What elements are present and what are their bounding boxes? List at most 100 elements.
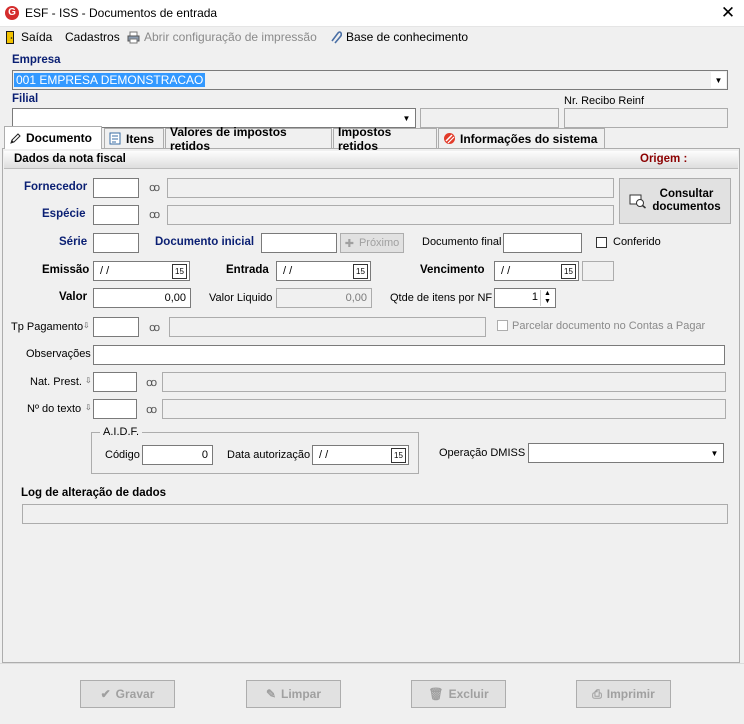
calendar-icon[interactable]: 15 xyxy=(391,448,406,463)
title-bar: G ESF - ISS - Documentos de entrada ✕ xyxy=(0,0,744,27)
qtde-value: 1 xyxy=(531,291,538,303)
parcelar-checkbox[interactable] xyxy=(497,320,508,331)
recibo-label: Nr. Recibo Reinf xyxy=(564,95,645,107)
valor-field[interactable]: 0,00 xyxy=(93,288,191,308)
search-docs-icon xyxy=(629,194,646,209)
vencimento-extra-field xyxy=(582,261,614,281)
especie-code-field[interactable] xyxy=(93,205,139,225)
data-autorizacao-label: Data autorização xyxy=(227,449,311,461)
tab-impostos-retidos[interactable]: Impostos retidos xyxy=(333,125,437,153)
printer-icon xyxy=(127,31,140,43)
menu-bar: Saída Cadastros Abrir configuração de im… xyxy=(0,27,744,47)
fornecedor-label: Fornecedor xyxy=(24,181,88,193)
arrow-down-icon: ⇩ xyxy=(83,321,90,330)
nat-prest-field[interactable] xyxy=(93,372,137,392)
chevron-down-icon[interactable]: ▼ xyxy=(707,445,722,461)
imprimir-label: Imprimir xyxy=(606,687,655,701)
excluir-label: Excluir xyxy=(448,687,489,701)
proximo-button[interactable]: ✚ Próximo xyxy=(340,233,404,253)
calendar-icon[interactable]: 15 xyxy=(561,264,576,279)
menu-base-conhecimento[interactable]: Base de conhecimento xyxy=(329,29,468,45)
serie-label: Série xyxy=(59,236,88,248)
tab-valores-label: Valores de impostos retidos xyxy=(170,124,287,153)
spin-arrows-icon[interactable]: ▲ ▼ xyxy=(540,290,554,306)
vencimento-label: Vencimento xyxy=(420,264,485,276)
consultar-documentos-button[interactable]: Consultar documentos xyxy=(619,178,731,224)
chevron-down-icon[interactable]: ▼ xyxy=(711,72,726,88)
calendar-icon[interactable]: 15 xyxy=(353,264,368,279)
excluir-button[interactable]: 🗑 Excluir xyxy=(411,680,506,708)
tp-pagamento-desc-field xyxy=(169,317,486,337)
empresa-select[interactable]: 001 EMPRESA DEMONSTRACAO ▼ xyxy=(12,70,728,90)
entrada-date-field[interactable]: / / 15 xyxy=(276,261,371,281)
binoculars-icon[interactable]: ꝏ xyxy=(149,208,160,221)
menu-abrir-config-label: Abrir configuração de impressão xyxy=(144,30,317,44)
documento-inicial-label: Documento inicial xyxy=(155,236,255,248)
tab-informacoes-label: Informações do sistema xyxy=(460,131,598,146)
binoculars-icon[interactable]: ꝏ xyxy=(146,403,157,416)
tp-pagamento-field[interactable] xyxy=(93,317,139,337)
qtde-itens-label: Qtde de itens por NF xyxy=(390,292,493,304)
fornecedor-code-field[interactable] xyxy=(93,178,139,198)
trash-icon: 🗑 xyxy=(428,687,444,701)
emissao-date-field[interactable]: / / 15 xyxy=(93,261,190,281)
limpar-label: Limpar xyxy=(281,687,322,701)
calendar-icon[interactable]: 15 xyxy=(172,264,187,279)
nat-prest-label: Nat. Prest. xyxy=(30,376,82,388)
filial-label: Filial xyxy=(12,93,39,105)
section-title: Dados da nota fiscal xyxy=(14,153,126,165)
tab-informacoes-sistema[interactable]: Informações do sistema xyxy=(438,128,605,148)
arrow-down-icon: ⇩ xyxy=(85,403,92,412)
empresa-label: Empresa xyxy=(12,54,61,66)
tab-documento[interactable]: Documento xyxy=(4,126,102,149)
printer-icon: ⎙ xyxy=(592,686,602,701)
data-autorizacao-field[interactable]: / / 15 xyxy=(312,445,409,465)
observacoes-field[interactable] xyxy=(93,345,725,365)
menu-abrir-config-impressao[interactable]: Abrir configuração de impressão xyxy=(127,29,317,45)
proximo-label: Próximo xyxy=(358,237,400,249)
gravar-label: Gravar xyxy=(115,687,155,701)
close-icon[interactable]: ✕ xyxy=(718,3,738,23)
conferido-checkbox[interactable] xyxy=(596,237,607,248)
entrada-label: Entrada xyxy=(226,264,269,276)
observacoes-label: Observações xyxy=(26,348,91,360)
data-autorizacao-value: / / xyxy=(319,449,329,461)
tab-itens[interactable]: Itens xyxy=(104,128,164,148)
conferido-label: Conferido xyxy=(613,236,661,248)
no-texto-field[interactable] xyxy=(93,399,137,419)
app-logo-icon: G xyxy=(5,6,19,20)
filial-description-field xyxy=(420,108,559,128)
menu-saida[interactable]: Saída xyxy=(4,29,52,45)
limpar-button[interactable]: ✎ Limpar xyxy=(246,680,341,708)
especie-label: Espécie xyxy=(42,208,86,220)
gravar-button[interactable]: ✔ Gravar xyxy=(80,680,175,708)
qtde-itens-stepper[interactable]: 1 ▲ ▼ xyxy=(494,288,556,308)
codigo-field[interactable]: 0 xyxy=(142,445,213,465)
section-header: Dados da nota fiscal Origem : xyxy=(4,151,738,169)
imprimir-button[interactable]: ⎙ Imprimir xyxy=(576,680,671,708)
origem-label: Origem : xyxy=(640,153,688,165)
serie-field[interactable] xyxy=(93,233,139,253)
broom-icon: ✎ xyxy=(265,687,277,701)
documento-inicial-field[interactable] xyxy=(261,233,337,253)
menu-cadastros[interactable]: Cadastros xyxy=(65,29,120,45)
info-badge-icon xyxy=(444,133,455,144)
nat-prest-desc-field xyxy=(162,372,726,392)
binoculars-icon[interactable]: ꝏ xyxy=(149,321,160,334)
vencimento-date-field[interactable]: / / 15 xyxy=(494,261,579,281)
tab-valores-impostos[interactable]: Valores de impostos retidos xyxy=(165,125,332,153)
tab-documento-label: Documento xyxy=(26,131,92,145)
valor-liquido-field: 0,00 xyxy=(276,288,372,308)
pencil-icon xyxy=(10,132,21,144)
binoculars-icon[interactable]: ꝏ xyxy=(149,181,160,194)
parcelar-label: Parcelar documento no Contas a Pagar xyxy=(512,320,706,332)
operacao-dmiss-select[interactable]: ▼ xyxy=(528,443,724,463)
no-texto-label: Nº do texto xyxy=(27,403,82,415)
documento-final-label: Documento final xyxy=(422,236,502,248)
menu-cadastros-label: Cadastros xyxy=(65,30,120,44)
binoculars-icon[interactable]: ꝏ xyxy=(146,376,157,389)
tab-itens-label: Itens xyxy=(126,131,155,146)
documento-final-field[interactable] xyxy=(503,233,582,253)
log-field xyxy=(22,504,728,524)
valor-label: Valor xyxy=(59,291,88,303)
